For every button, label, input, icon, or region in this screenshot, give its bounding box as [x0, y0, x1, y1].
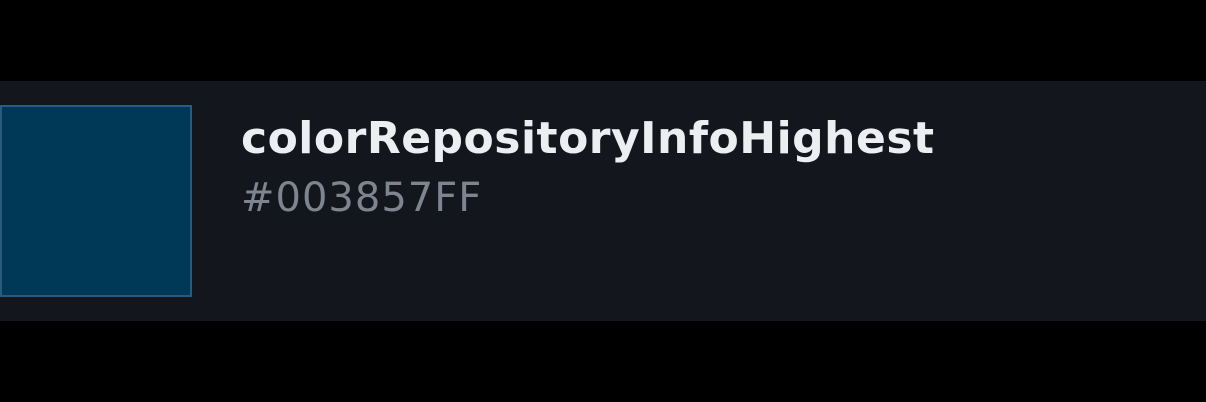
- color-swatch: [0, 105, 192, 297]
- color-token-card: colorRepositoryInfoHighest #003857FF: [0, 81, 1206, 321]
- token-name: colorRepositoryInfoHighest: [241, 113, 935, 164]
- token-hex-value: #003857FF: [241, 175, 483, 221]
